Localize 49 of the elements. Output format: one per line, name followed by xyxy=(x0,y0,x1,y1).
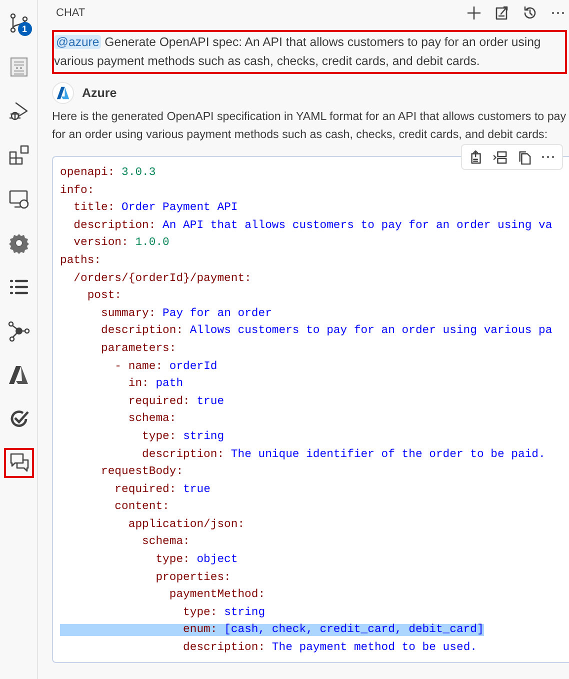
code-line: requestBody: xyxy=(100,464,184,480)
graph-nodes-icon xyxy=(6,319,30,343)
code-line: parameters: xyxy=(100,342,178,357)
author-name: Azure xyxy=(82,84,117,102)
code-line: schema: xyxy=(127,412,178,428)
code-line: properties: xyxy=(154,570,232,586)
history-icon xyxy=(522,5,538,21)
code-line: description: An API that allows customers to pay for an order using va xyxy=(72,218,554,234)
code-line: type: object xyxy=(154,552,239,568)
code-line: required: true xyxy=(114,482,212,498)
code-line: schema: xyxy=(141,534,191,550)
code-line: title: Order Payment API xyxy=(72,200,239,216)
code-line: info: xyxy=(60,184,96,199)
plus-icon xyxy=(466,5,482,21)
code-line: description: The payment method to be used. xyxy=(182,640,478,656)
code-line: version: 1.0.0 xyxy=(72,236,170,252)
export-icon xyxy=(494,5,510,21)
more-icon xyxy=(551,11,565,15)
code-line: application/json: xyxy=(127,518,246,533)
azure-logo-icon xyxy=(52,82,74,104)
letter-a-icon xyxy=(6,363,30,387)
code-line: description: The unique identifier of the order to be paid. xyxy=(141,448,546,462)
mention-tag: @azure xyxy=(54,35,102,49)
panel-title: CHAT xyxy=(55,6,86,21)
code-line: type: string xyxy=(141,430,226,445)
code-line: /orders/{orderId}/payment: xyxy=(72,272,252,287)
code-line: post: xyxy=(86,289,123,304)
code-line: openapi: 3.0.3 xyxy=(60,166,157,181)
activity-bar-tab[interactable] xyxy=(4,448,34,478)
code-line: description: Allows customers to pay for an order using various pa xyxy=(100,324,554,340)
gear-icon xyxy=(6,231,30,255)
response-text: Here is the generated OpenAPI specification in YAML format for an API that allows customers to pay for an order using various payment methods such as cash, checks, credit cards, and debit cards: xyxy=(52,109,568,143)
code-line: enum: [cash, check, credit_card, debit_card] xyxy=(60,622,569,640)
split-icon xyxy=(492,150,508,164)
code-line: paymentMethod: xyxy=(168,588,266,604)
code-line: required: true xyxy=(127,394,226,410)
code-line: paths: xyxy=(60,254,102,269)
activity-bar-tab[interactable]: 1 xyxy=(4,8,34,38)
copy-icon xyxy=(516,150,532,164)
more-icon xyxy=(541,155,555,159)
code-line: content: xyxy=(114,500,170,516)
count-badge: 1 xyxy=(18,22,32,36)
user-request-text: @azure Generate OpenAPI spec: An API that allows customers to pay for an order using various payment methods such as cash, checks, credit cards, and debit cards. xyxy=(52,30,567,74)
code-line: type: string xyxy=(182,606,266,621)
insert-icon xyxy=(468,150,484,164)
code-line: - name: orderId xyxy=(114,360,218,375)
code-line: in: path xyxy=(127,376,184,392)
code-line: summary: Pay for an order xyxy=(100,306,273,322)
extensions-icon xyxy=(6,143,30,167)
